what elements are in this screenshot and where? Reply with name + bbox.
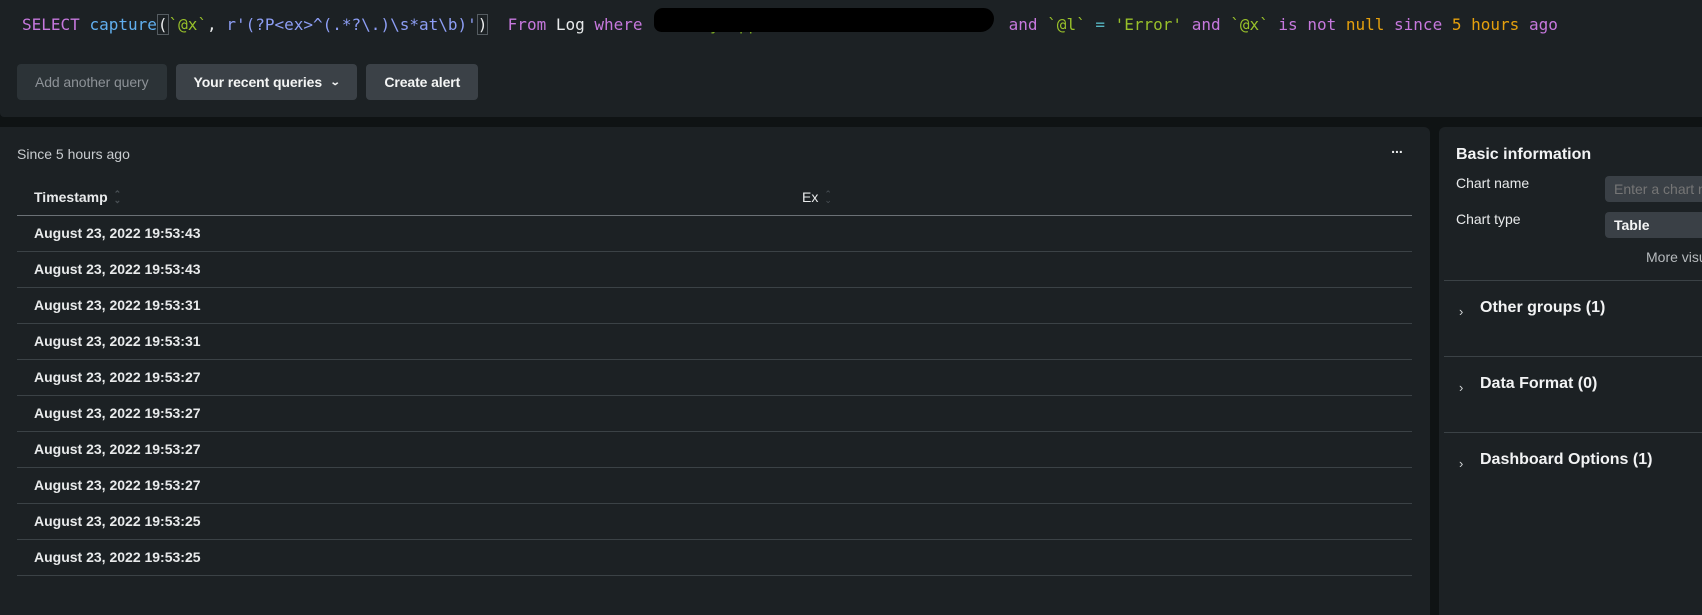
timestamp-cell: August 23, 2022 19:53:31 bbox=[34, 297, 201, 313]
table-row[interactable]: August 23, 2022 19:53:25 bbox=[17, 504, 1412, 540]
chart-name-label: Chart name bbox=[1456, 175, 1530, 191]
regex-string: r'(?P<ex>^(.*?\.)\s*at\b)' bbox=[226, 15, 477, 34]
results-panel: Since 5 hours ago ... Timestamp ⌃ ⌄ Ex ⌃ ⌄… bbox=[0, 127, 1430, 615]
and-keyword-2: and bbox=[1191, 15, 1221, 34]
timestamp-cell: August 23, 2022 19:53:27 bbox=[34, 405, 201, 421]
more-visualizations-link[interactable]: More visualizations bbox=[1646, 249, 1702, 265]
timestamp-cell: August 23, 2022 19:53:27 bbox=[34, 441, 201, 457]
null-keyword: null bbox=[1345, 15, 1385, 34]
section-dashboard-options[interactable]: › Dashboard Options (1) bbox=[1444, 432, 1702, 508]
table-row[interactable]: August 23, 2022 19:53:25 bbox=[17, 540, 1412, 576]
table-row[interactable]: August 23, 2022 19:53:27 bbox=[17, 432, 1412, 468]
chevron-right-icon: › bbox=[1459, 380, 1464, 395]
select-keyword: SELECT bbox=[22, 15, 80, 34]
nrql-query-input[interactable]: SELECT capture(`@x`, r'(?P<ex>^(.*?\.)\s… bbox=[22, 8, 1558, 36]
create-alert-button[interactable]: Create alert bbox=[366, 64, 479, 100]
ago-keyword: ago bbox=[1528, 15, 1558, 34]
table-body: August 23, 2022 19:53:43 August 23, 2022 … bbox=[17, 216, 1412, 576]
more-horizontal-icon[interactable]: ... bbox=[1386, 141, 1408, 163]
add-another-query-button[interactable]: Add another query bbox=[17, 64, 167, 100]
chevron-down-icon: ⌄ bbox=[329, 76, 341, 88]
timestamp-cell: August 23, 2022 19:53:43 bbox=[34, 225, 201, 241]
basic-information-heading: Basic information bbox=[1456, 146, 1592, 163]
comma: , bbox=[207, 15, 227, 34]
timestamp-cell: August 23, 2022 19:53:27 bbox=[34, 477, 201, 493]
recent-queries-label: Your recent queries bbox=[193, 74, 323, 90]
from-keyword: From bbox=[507, 15, 547, 34]
since-keyword: since bbox=[1394, 15, 1443, 34]
chevron-right-icon: › bbox=[1459, 304, 1464, 319]
recent-queries-button[interactable]: Your recent queries ⌄ bbox=[175, 64, 358, 100]
query-toolbar: Add another query Your recent queries ⌄ … bbox=[17, 64, 479, 100]
redacted-region: `entity.app.name`.name bbox=[652, 8, 995, 36]
query-editor-panel: SELECT capture(`@x`, r'(?P<ex>^(.*?\.)\s… bbox=[0, 0, 1702, 117]
error-literal: 'Error' bbox=[1114, 15, 1183, 34]
redaction-mark bbox=[654, 8, 995, 32]
open-paren: ( bbox=[156, 14, 169, 35]
column-label: Timestamp bbox=[34, 189, 108, 205]
table-name: Log bbox=[555, 15, 585, 34]
timestamp-cell: August 23, 2022 19:53:31 bbox=[34, 333, 201, 349]
attribute-x-2: `@x` bbox=[1230, 15, 1269, 34]
table-row[interactable]: August 23, 2022 19:53:43 bbox=[17, 252, 1412, 288]
timestamp-cell: August 23, 2022 19:53:43 bbox=[34, 261, 201, 277]
section-title: Dashboard Options (1) bbox=[1480, 451, 1653, 468]
where-keyword: where bbox=[594, 15, 643, 34]
and-keyword: and bbox=[1008, 15, 1038, 34]
table-row[interactable]: August 23, 2022 19:53:27 bbox=[17, 396, 1412, 432]
is-not-keyword: is not bbox=[1278, 15, 1337, 34]
close-paren: ) bbox=[476, 14, 489, 35]
equals-operator: = bbox=[1095, 15, 1105, 34]
table-row[interactable]: August 23, 2022 19:53:27 bbox=[17, 360, 1412, 396]
section-other-groups[interactable]: › Other groups (1) bbox=[1444, 280, 1702, 356]
column-header-ex[interactable]: Ex ⌃ ⌄ bbox=[802, 189, 832, 205]
column-label: Ex bbox=[802, 189, 819, 205]
time-range-label: Since 5 hours ago bbox=[17, 146, 130, 162]
sort-icon: ⌃ ⌄ bbox=[824, 189, 832, 205]
capture-function: capture bbox=[89, 15, 157, 34]
table-row[interactable]: August 23, 2022 19:53:31 bbox=[17, 324, 1412, 360]
column-header-timestamp[interactable]: Timestamp ⌃ ⌄ bbox=[34, 189, 121, 205]
timestamp-cell: August 23, 2022 19:53:27 bbox=[34, 369, 201, 385]
sort-icon: ⌃ ⌄ bbox=[113, 189, 122, 205]
table-row[interactable]: August 23, 2022 19:53:43 bbox=[17, 216, 1412, 252]
section-title: Data Format (0) bbox=[1480, 375, 1598, 392]
table-row[interactable]: August 23, 2022 19:53:27 bbox=[17, 468, 1412, 504]
results-table: Timestamp ⌃ ⌄ Ex ⌃ ⌄ August 23, 2022 19:53… bbox=[17, 179, 1412, 576]
chevron-right-icon: › bbox=[1459, 456, 1464, 471]
table-row[interactable]: August 23, 2022 19:53:31 bbox=[17, 288, 1412, 324]
section-title: Other groups (1) bbox=[1480, 299, 1606, 316]
table-header: Timestamp ⌃ ⌄ Ex ⌃ ⌄ bbox=[17, 179, 1412, 216]
attribute-l: `@l` bbox=[1047, 15, 1086, 34]
chart-type-select[interactable]: Table bbox=[1605, 212, 1702, 238]
since-number: 5 bbox=[1451, 15, 1462, 34]
timestamp-cell: August 23, 2022 19:53:25 bbox=[34, 549, 201, 565]
attribute-x: `@x` bbox=[168, 15, 208, 34]
chart-type-label: Chart type bbox=[1456, 211, 1521, 227]
section-data-format[interactable]: › Data Format (0) bbox=[1444, 356, 1702, 432]
chart-name-input[interactable] bbox=[1605, 176, 1702, 202]
since-unit: hours bbox=[1471, 15, 1520, 34]
chart-settings-panel: Basic information Chart name Chart type … bbox=[1439, 127, 1702, 615]
timestamp-cell: August 23, 2022 19:53:25 bbox=[34, 513, 201, 529]
